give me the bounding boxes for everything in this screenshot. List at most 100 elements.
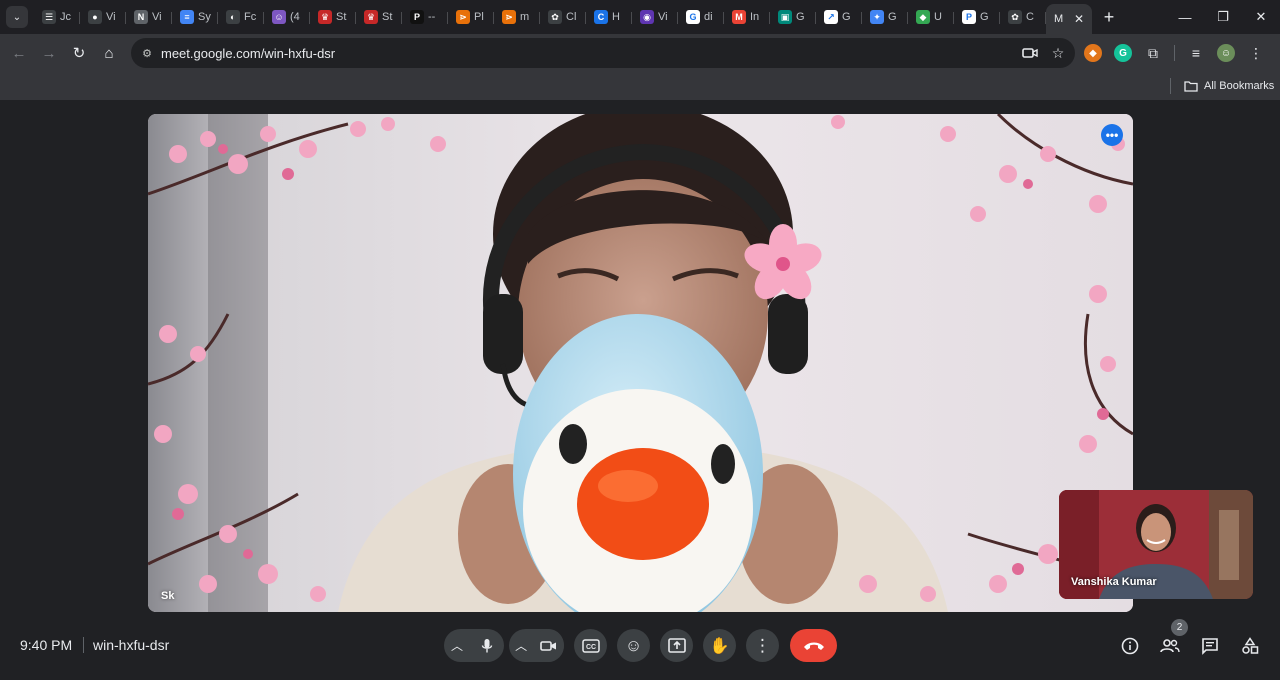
url-text[interactable]: meet.google.com/win-hxfu-dsr	[161, 46, 335, 61]
clock-text: 9:40 PM	[20, 637, 73, 653]
chat-icon	[1202, 638, 1218, 655]
tab-label: Vi	[152, 11, 162, 23]
meeting-details-button[interactable]	[1119, 635, 1141, 657]
all-bookmarks-button[interactable]: All Bookmarks	[1184, 76, 1274, 96]
tab-label: G	[796, 11, 805, 23]
chevron-up-icon: ︿	[450, 639, 463, 653]
browser-tab[interactable]: ✿ C	[1000, 4, 1046, 30]
grammarly-icon[interactable]: G	[1114, 44, 1132, 62]
profile-avatar[interactable]: ☺	[1217, 44, 1235, 62]
close-tab-icon[interactable]: ✕	[1074, 12, 1084, 26]
browser-tab[interactable]: ♛ St	[310, 4, 356, 30]
microphone-button[interactable]	[470, 629, 503, 662]
forward-button[interactable]: →	[34, 38, 64, 68]
media-control-icon[interactable]: ≡	[1187, 44, 1205, 62]
chevron-up-icon: ︿	[515, 639, 528, 653]
openai-icon: ✿	[548, 10, 562, 24]
present-screen-button[interactable]	[660, 629, 693, 662]
tab-search-button[interactable]: ⌄	[6, 6, 28, 28]
activities-button[interactable]	[1239, 635, 1261, 657]
moon-icon: ◐	[226, 10, 240, 24]
home-button[interactable]: ⌂	[94, 38, 124, 68]
raise-hand-button[interactable]: ✋	[703, 629, 736, 662]
back-button[interactable]: ←	[4, 38, 34, 68]
browser-tab[interactable]: PG	[954, 4, 1000, 30]
gemini-icon: ✦	[870, 10, 884, 24]
smiley-icon: ☺	[624, 635, 643, 655]
crown-icon: ♛	[318, 10, 332, 24]
reload-button[interactable]: ↻	[64, 38, 94, 68]
window-controls: — ❐ ✕	[1166, 0, 1280, 34]
info-icon	[1121, 637, 1139, 655]
people-button[interactable]	[1159, 635, 1181, 657]
p-icon: P	[410, 10, 424, 24]
tab-label: Sy	[198, 11, 211, 23]
chat-button[interactable]	[1199, 635, 1221, 657]
orange-share-icon: ⋗	[502, 10, 516, 24]
browser-tab[interactable]: ☺ (4	[264, 4, 310, 30]
browser-tab[interactable]: ⋗ m	[494, 4, 540, 30]
reactions-button[interactable]: ☺	[617, 629, 650, 662]
tab-label: Vi	[658, 11, 668, 23]
self-view-tile[interactable]: Vanshika Kumar	[1059, 490, 1253, 599]
kebab-menu-icon[interactable]: ⋮	[1247, 44, 1265, 62]
n-icon: N	[134, 10, 148, 24]
camera-control-group: ︿	[509, 629, 564, 662]
captions-button[interactable]: CC	[574, 629, 607, 662]
minimize-icon[interactable]: —	[1166, 0, 1204, 34]
leave-call-button[interactable]	[790, 629, 837, 662]
extensions-puzzle-icon[interactable]: ⧉	[1144, 44, 1162, 62]
metamask-icon[interactable]: ◆	[1084, 44, 1102, 62]
maximize-icon[interactable]: ❐	[1204, 0, 1242, 34]
audio-settings-button[interactable]: ︿	[444, 629, 470, 662]
browser-tab[interactable]: ☰ Jc	[34, 4, 80, 30]
browser-tab[interactable]: ▣ G	[770, 4, 816, 30]
browser-tab[interactable]: ● Vi	[80, 4, 126, 30]
close-window-icon[interactable]: ✕	[1242, 0, 1280, 34]
android-icon: ◆	[916, 10, 930, 24]
browser-tab[interactable]: ↗ G	[816, 4, 862, 30]
browser-tab[interactable]: ♛ St	[356, 4, 402, 30]
self-name-tag: Vanshika Kumar	[1071, 576, 1157, 588]
tab-label: --	[428, 11, 436, 23]
folder-icon	[1184, 81, 1198, 92]
tab-label: St	[336, 11, 347, 23]
tab-meet-active[interactable]: M ✕	[1046, 4, 1092, 34]
video-settings-button[interactable]: ︿	[509, 629, 533, 662]
browser-tab[interactable]: N Vi	[126, 4, 172, 30]
browser-tab[interactable]: ≡ Sy	[172, 4, 218, 30]
browser-tab[interactable]: ⋗ Pl	[448, 4, 494, 30]
more-options-icon[interactable]: •••	[1101, 124, 1123, 146]
tab-label: Cl	[566, 11, 577, 23]
tab-label: Fc	[244, 11, 257, 23]
present-screen-icon	[667, 638, 686, 653]
kebab-menu-icon: ⋮	[754, 635, 771, 655]
camera-button[interactable]	[533, 629, 564, 662]
chart-icon: ↗	[824, 10, 838, 24]
bookmark-star-icon[interactable]: ☆	[1049, 44, 1067, 62]
browser-tab[interactable]: Gdi	[678, 4, 724, 30]
new-tab-button[interactable]: +	[1096, 4, 1122, 30]
tab-label: In	[750, 11, 760, 23]
browser-tab[interactable]: ◉ Vi	[632, 4, 678, 30]
browser-tab[interactable]: P --	[402, 4, 448, 30]
address-bar[interactable]: ⚙ meet.google.com/win-hxfu-dsr ☆	[131, 38, 1075, 68]
tab-label: (4	[290, 11, 300, 23]
browser-tab[interactable]: ◐ Fc	[218, 4, 264, 30]
browser-tab[interactable]: CH	[586, 4, 632, 30]
more-options-button[interactable]: ⋮	[746, 629, 779, 662]
browser-tab[interactable]: M In	[724, 4, 770, 30]
microphone-icon	[481, 638, 492, 652]
browser-tab[interactable]: ✦ G	[862, 4, 908, 30]
captions-icon: CC	[581, 638, 600, 653]
browser-tab[interactable]: ◆ U	[908, 4, 954, 30]
browser-tab[interactable]: ✿ Cl	[540, 4, 586, 30]
camera-in-use-icon[interactable]	[1021, 44, 1039, 62]
c-icon: C	[594, 10, 608, 24]
main-video-tile[interactable]: Sk •••	[148, 114, 1133, 612]
text-icon: ☰	[42, 10, 56, 24]
openai-icon: ✿	[1008, 10, 1022, 24]
arrow-right-icon: →	[41, 44, 57, 62]
people-count-badge: 2	[1171, 619, 1188, 636]
site-info-icon[interactable]: ⚙	[139, 45, 155, 61]
